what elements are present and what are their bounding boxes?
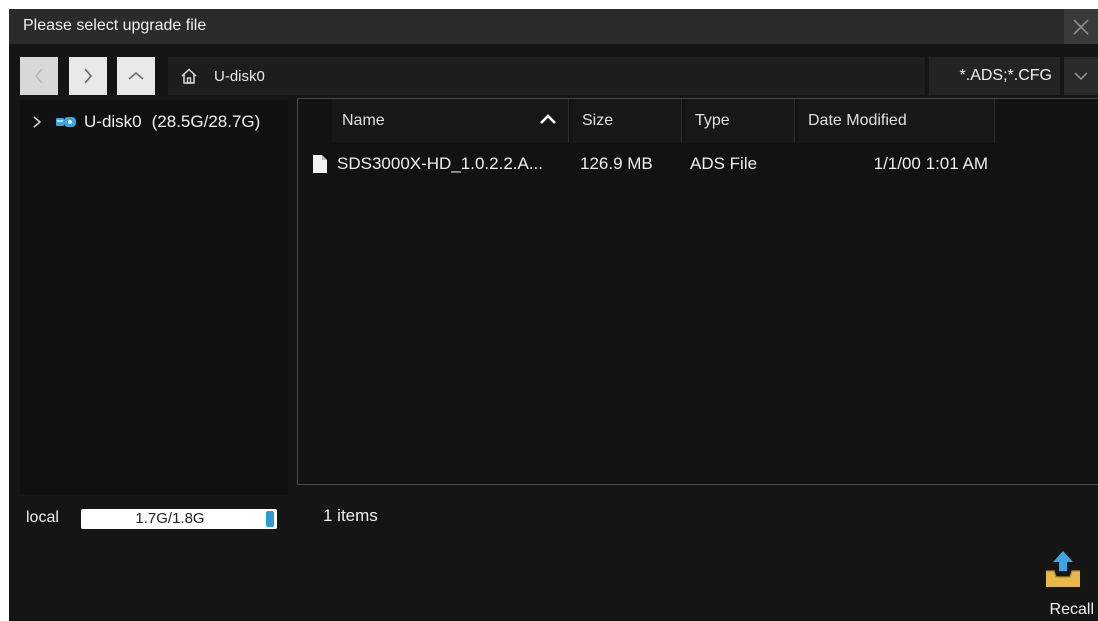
chevron-right-icon — [84, 68, 92, 84]
close-button[interactable] — [1064, 9, 1098, 44]
table-row[interactable]: SDS3000X-HD_1.0.2.2.A... 126.9 MB ADS Fi… — [298, 147, 1098, 181]
tree-item-label: U-disk0 — [84, 112, 142, 131]
local-storage-label: local — [26, 509, 59, 526]
recall-label: Recall — [1049, 601, 1094, 618]
usb-drive-icon — [56, 117, 76, 127]
local-storage-fill — [266, 511, 274, 527]
file-size: 126.9 MB — [580, 154, 653, 173]
items-count: 1 items — [323, 506, 378, 525]
upgrade-file-dialog: Please select upgrade file U-disk0 *.ADS… — [9, 9, 1098, 621]
title-bar: Please select upgrade file — [9, 9, 1098, 44]
chevron-left-icon — [35, 68, 43, 84]
close-icon — [1073, 18, 1089, 35]
forward-button[interactable] — [69, 57, 107, 95]
chevron-up-icon — [128, 72, 144, 80]
column-header-name[interactable]: Name — [332, 99, 569, 143]
file-type: ADS File — [690, 154, 758, 173]
tree-item-u-disk0[interactable]: U-disk0 (28.5G/28.7G) — [20, 108, 288, 136]
up-button[interactable] — [117, 57, 155, 95]
tree-item-capacity: (28.5G/28.7G) — [151, 112, 261, 131]
recall-button[interactable]: Recall — [1039, 549, 1098, 619]
navigation-bar: U-disk0 *.ADS;*.CFG — [9, 52, 1098, 98]
column-header-size[interactable]: Size — [572, 99, 682, 143]
file-list: Name Size Type Date Modified SDS3000X-HD… — [297, 98, 1098, 485]
chevron-down-icon — [1074, 72, 1088, 81]
column-label-size: Size — [582, 112, 614, 129]
column-label-type: Type — [695, 112, 730, 129]
local-storage-usage: 1.7G/1.8G — [135, 510, 205, 527]
drive-tree: U-disk0 (28.5G/28.7G) — [20, 100, 288, 495]
file-icon — [312, 147, 332, 181]
recall-tray-icon — [1046, 551, 1080, 587]
file-name: SDS3000X-HD_1.0.2.2.A... — [337, 154, 544, 173]
home-icon[interactable] — [178, 65, 200, 87]
sort-ascending-icon — [540, 114, 556, 124]
expand-chevron-icon[interactable] — [32, 115, 46, 129]
column-header-date-modified[interactable]: Date Modified — [798, 99, 995, 143]
back-button[interactable] — [20, 57, 58, 95]
path-bar[interactable]: U-disk0 — [168, 57, 925, 95]
file-type-filter[interactable]: *.ADS;*.CFG — [929, 57, 1060, 95]
column-label-name: Name — [342, 112, 385, 129]
filter-dropdown-button[interactable] — [1064, 57, 1098, 95]
current-path: U-disk0 — [214, 67, 265, 85]
dialog-title: Please select upgrade file — [23, 17, 207, 34]
local-storage-bar: 1.7G/1.8G — [81, 509, 277, 529]
file-date-modified: 1/1/00 1:01 AM — [873, 154, 988, 173]
column-header-type[interactable]: Type — [685, 99, 795, 143]
column-label-date: Date Modified — [808, 112, 907, 129]
